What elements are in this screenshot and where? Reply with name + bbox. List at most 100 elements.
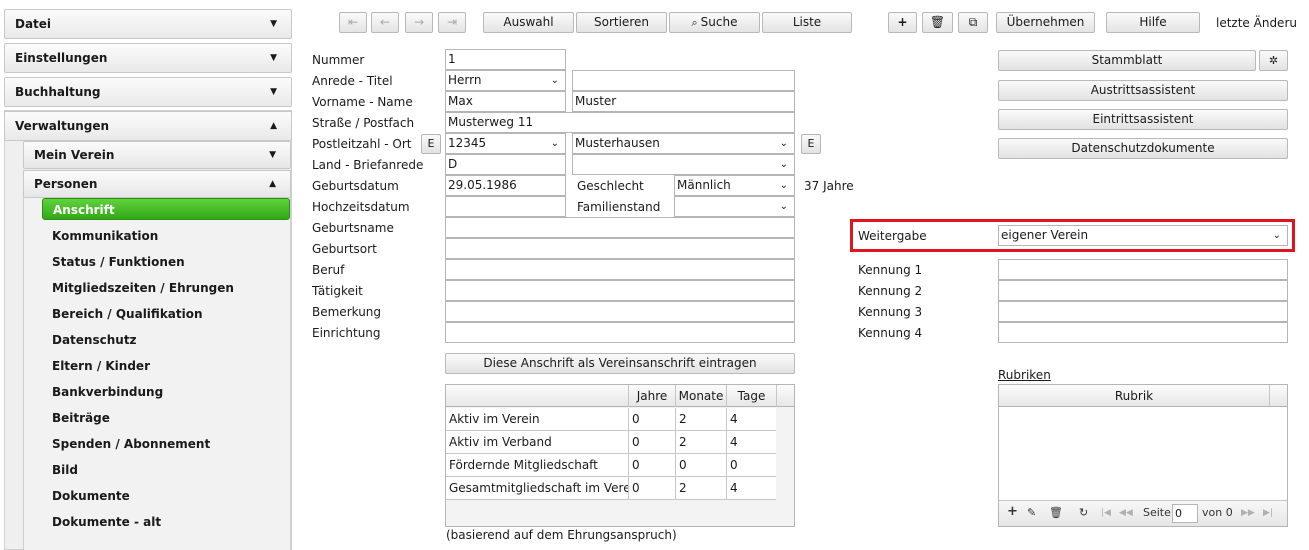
liste-button[interactable]: Liste <box>762 12 852 33</box>
vorname-field[interactable]: Max <box>445 91 566 112</box>
nav-item-bereich[interactable]: Bereich / Qualifikation <box>42 303 290 325</box>
nummer-field[interactable]: 1 <box>445 49 566 70</box>
ort-select[interactable]: Musterhausen ⌄ <box>572 133 795 154</box>
sortieren-button[interactable]: Sortieren <box>576 12 667 33</box>
first-record-button[interactable]: ⇤ <box>339 12 367 33</box>
first-page-icon[interactable]: |◀ <box>1101 508 1111 518</box>
nav-item-kommunikation[interactable]: Kommunikation <box>42 225 290 247</box>
geburtsort-field[interactable] <box>445 238 795 259</box>
familienstand-select[interactable]: ⌄ <box>674 196 795 217</box>
age-label: 37 Jahre <box>804 179 854 193</box>
name-field[interactable]: Muster <box>572 91 795 112</box>
vereinsanschrift-button[interactable]: Diese Anschrift als Vereinsanschrift ein… <box>445 353 795 374</box>
section-label: Einstellungen <box>15 51 108 65</box>
nav-item-eltern-kinder[interactable]: Eltern / Kinder <box>42 355 290 377</box>
table-row[interactable]: Fördernde Mitgliedschaft 0 0 0 <box>446 454 776 477</box>
table-cell: 0 <box>628 454 675 477</box>
label-geburtsname: Geburtsname <box>312 221 394 235</box>
nav-item-beitraege[interactable]: Beiträge <box>42 407 290 429</box>
briefanrede-select[interactable]: ⌄ <box>572 154 795 175</box>
refresh-icon[interactable]: ↻ <box>1079 506 1088 519</box>
kennung-3-field[interactable] <box>998 301 1288 322</box>
table-row[interactable]: Aktiv im Verband 0 2 4 <box>446 431 776 454</box>
kennung-1-field[interactable] <box>998 259 1288 280</box>
table-row[interactable]: Gesamtmitgliedschaft im Verein 0 2 4 <box>446 477 776 500</box>
nav-item-datenschutz[interactable]: Datenschutz <box>42 329 290 351</box>
trash-icon[interactable]: 🗑 <box>1049 506 1063 519</box>
table-cell: Gesamtmitgliedschaft im Verein <box>449 481 628 495</box>
pager-page-input[interactable]: 0 <box>1172 504 1198 523</box>
rubriken-pager: + ✎ 🗑 ↻ |◀ ◀◀ Seite 0 von 0 ▶▶ ▶| <box>999 500 1287 526</box>
table-cell: 2 <box>675 408 726 431</box>
column-header-spacer <box>776 385 794 407</box>
last-record-button[interactable]: ⇥ <box>438 12 466 33</box>
nav-item-mitgliedszeiten[interactable]: Mitgliedszeiten / Ehrungen <box>42 277 290 299</box>
rubriken-link[interactable]: Rubriken <box>998 367 1051 383</box>
plus-icon[interactable]: + <box>1007 504 1018 519</box>
prev-record-button[interactable]: ← <box>371 12 399 33</box>
section-einstellungen[interactable]: Einstellungen ▼ <box>4 43 292 73</box>
table-cell: Aktiv im Verein <box>449 412 540 426</box>
copy-icon: ⧉ <box>968 15 978 29</box>
taetigkeit-field[interactable] <box>445 280 795 301</box>
einrichtung-field[interactable] <box>445 322 795 343</box>
sidebar: Datei ▼ Einstellungen ▼ Buchhaltung ▼ Ve… <box>0 0 294 550</box>
copy-button[interactable]: ⧉ <box>958 12 988 33</box>
kennung-4-field[interactable] <box>998 322 1288 343</box>
uebernehmen-button[interactable]: Übernehmen <box>996 12 1095 33</box>
pencil-icon[interactable]: ✎ <box>1027 506 1036 519</box>
last-page-icon[interactable]: ▶| <box>1263 508 1273 518</box>
plz-select[interactable]: 12345 ⌄ <box>445 133 566 154</box>
section-buchhaltung[interactable]: Buchhaltung ▼ <box>4 77 292 107</box>
stammblatt-settings-button[interactable]: ✲ <box>1259 50 1288 71</box>
section-datei[interactable]: Datei ▼ <box>4 9 292 39</box>
weitergabe-select[interactable]: eigener Verein ⌄ <box>998 225 1288 246</box>
label-geburtsort: Geburtsort <box>312 242 377 256</box>
kennung-2-field[interactable] <box>998 280 1288 301</box>
add-button[interactable]: + <box>888 12 917 33</box>
nav-item-status-funktionen[interactable]: Status / Funktionen <box>42 251 290 273</box>
bemerkung-field[interactable] <box>445 301 795 322</box>
stammblatt-button[interactable]: Stammblatt <box>998 50 1256 71</box>
nav-item-bankverbindung[interactable]: Bankverbindung <box>42 381 290 403</box>
suche-button[interactable]: ⌕ Suche <box>669 12 760 33</box>
table-cell: 0 <box>628 408 675 431</box>
geschlecht-select[interactable]: Männlich ⌄ <box>674 175 795 196</box>
beruf-field[interactable] <box>445 259 795 280</box>
next-record-button[interactable]: → <box>405 12 433 33</box>
land-field[interactable]: D <box>445 154 566 175</box>
datenschutz-button[interactable]: Datenschutzdokumente <box>998 138 1288 159</box>
eintritt-button[interactable]: Eintrittsassistent <box>998 109 1288 130</box>
anrede-select[interactable]: Herrn ⌄ <box>445 70 566 91</box>
hochzeitsdatum-field[interactable] <box>445 196 566 217</box>
ort-e-button[interactable]: E <box>801 134 821 154</box>
auswahl-button[interactable]: Auswahl <box>483 12 574 33</box>
table-row[interactable]: Aktiv im Verein 0 2 4 <box>446 408 776 431</box>
next-page-icon[interactable]: ▶▶ <box>1241 508 1255 518</box>
rubriken-header: Rubrik <box>999 385 1287 407</box>
subsection-mein-verein[interactable]: Mein Verein ▼ <box>23 141 291 169</box>
titel-field[interactable] <box>572 70 795 91</box>
nav-item-bild[interactable]: Bild <box>42 459 290 481</box>
section-verwaltungen[interactable]: Verwaltungen ▲ <box>4 111 292 141</box>
nav-item-dokumente-alt[interactable]: Dokumente - alt <box>42 511 290 533</box>
table-header: Jahre Monate Tage <box>446 385 794 407</box>
strasse-field[interactable]: Musterweg 11 <box>445 112 795 133</box>
geburtsname-field[interactable] <box>445 217 795 238</box>
austritt-button[interactable]: Austrittsassistent <box>998 80 1288 101</box>
delete-button[interactable]: 🗑 <box>922 12 953 33</box>
nav-item-anschrift[interactable]: Anschrift <box>42 198 290 220</box>
geburtsdatum-field[interactable]: 29.05.1986 <box>445 175 566 196</box>
subsection-personen[interactable]: Personen ▲ <box>23 170 291 198</box>
caret-down-icon: ▼ <box>270 53 277 63</box>
prev-page-icon[interactable]: ◀◀ <box>1119 508 1133 518</box>
label-bemerkung: Bemerkung <box>312 305 382 319</box>
nav-item-spenden[interactable]: Spenden / Abonnement <box>42 433 290 455</box>
table-cell: 4 <box>726 477 776 500</box>
hilfe-button[interactable]: Hilfe <box>1106 12 1200 33</box>
first-icon: ⇤ <box>347 15 359 29</box>
column-header: Rubrik <box>1114 389 1154 403</box>
nav-item-dokumente[interactable]: Dokumente <box>42 485 290 507</box>
column-header: Monate <box>675 385 726 407</box>
plz-e-button[interactable]: E <box>421 134 441 154</box>
